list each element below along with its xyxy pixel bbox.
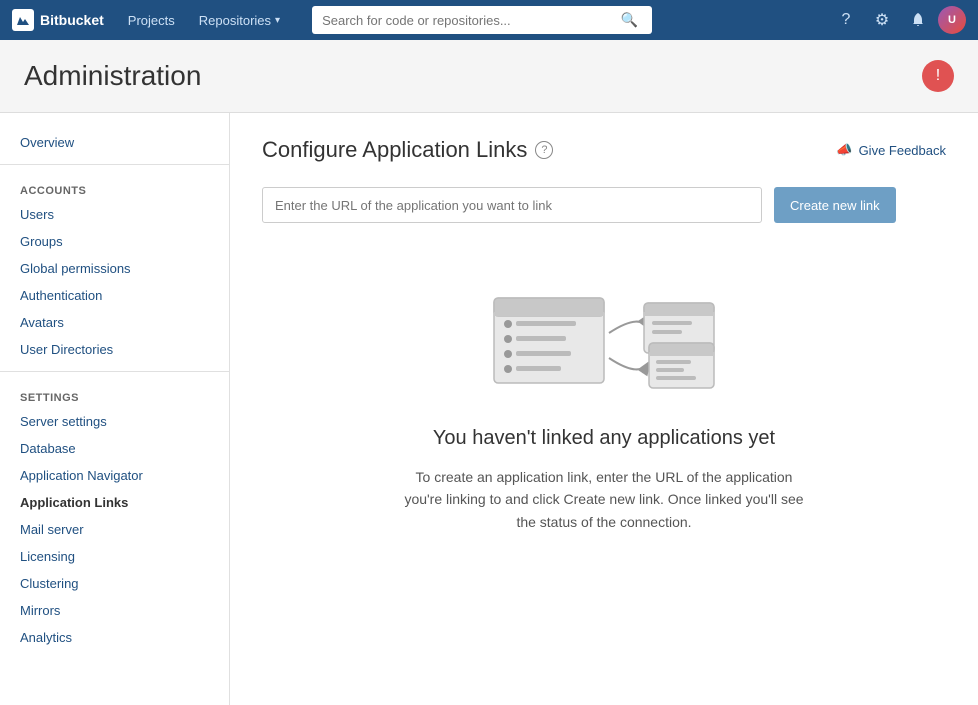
sidebar-item-authentication[interactable]: Authentication [0, 282, 229, 309]
sidebar-item-users[interactable]: Users [0, 201, 229, 228]
empty-state-description: To create an application link, enter the… [404, 466, 804, 533]
page-header: Administration ! [0, 40, 978, 113]
help-icon-button[interactable]: ? [830, 4, 862, 36]
create-new-link-button[interactable]: Create new link [774, 187, 896, 223]
sidebar-item-analytics[interactable]: Analytics [0, 624, 229, 651]
search-input[interactable] [312, 6, 652, 34]
sidebar-item-mail-server[interactable]: Mail server [0, 516, 229, 543]
chevron-down-icon: ▾ [275, 15, 280, 26]
search-bar: 🔍 [304, 6, 644, 34]
settings-icon-button[interactable]: ⚙ [866, 4, 898, 36]
content-title-text: Configure Application Links [262, 137, 527, 163]
sidebar-item-global-permissions[interactable]: Global permissions [0, 255, 229, 282]
sidebar-section-settings: SETTINGS [0, 380, 229, 408]
nav-link-projects[interactable]: Projects [120, 0, 183, 40]
logo-icon [12, 9, 34, 31]
sidebar-item-overview[interactable]: Overview [0, 129, 229, 156]
topnav-icon-group: ? ⚙ U [830, 4, 966, 36]
sidebar-item-server-settings[interactable]: Server settings [0, 408, 229, 435]
sidebar-section-accounts: ACCOUNTS [0, 173, 229, 201]
search-icon-button[interactable]: 🔍 [621, 12, 638, 29]
sidebar-item-database[interactable]: Database [0, 435, 229, 462]
notifications-icon-button[interactable] [902, 4, 934, 36]
url-input-row: Create new link [262, 187, 946, 223]
top-navigation: Bitbucket Projects Repositories ▾ 🔍 ? ⚙ … [0, 0, 978, 40]
help-icon[interactable]: ? [535, 141, 553, 159]
content-title-group: Configure Application Links ? [262, 137, 553, 163]
logo[interactable]: Bitbucket [12, 9, 104, 31]
empty-state-illustration [474, 283, 734, 403]
user-avatar[interactable]: U [938, 6, 966, 34]
give-feedback-link[interactable]: 📣 Give Feedback [836, 142, 946, 158]
empty-state: You haven't linked any applications yet … [262, 263, 946, 553]
sidebar-item-user-directories[interactable]: User Directories [0, 336, 229, 363]
sidebar-item-groups[interactable]: Groups [0, 228, 229, 255]
sidebar-item-mirrors[interactable]: Mirrors [0, 597, 229, 624]
content-header: Configure Application Links ? 📣 Give Fee… [262, 137, 946, 163]
main-content: Configure Application Links ? 📣 Give Fee… [230, 113, 978, 705]
feedback-icon: 📣 [836, 142, 852, 158]
alert-icon: ! [922, 60, 954, 92]
nav-link-repositories[interactable]: Repositories ▾ [191, 0, 288, 40]
sidebar-item-licensing[interactable]: Licensing [0, 543, 229, 570]
feedback-label: Give Feedback [859, 143, 946, 158]
sidebar-item-application-navigator[interactable]: Application Navigator [0, 462, 229, 489]
logo-text: Bitbucket [40, 12, 104, 28]
sidebar: Overview ACCOUNTS Users Groups Global pe… [0, 113, 230, 705]
sidebar-item-application-links[interactable]: Application Links [0, 489, 229, 516]
page-title: Administration [24, 60, 201, 92]
sidebar-item-avatars[interactable]: Avatars [0, 309, 229, 336]
avatar-initials: U [948, 14, 956, 26]
url-input[interactable] [262, 187, 762, 223]
empty-state-heading: You haven't linked any applications yet [282, 427, 926, 450]
sidebar-item-clustering[interactable]: Clustering [0, 570, 229, 597]
main-layout: Overview ACCOUNTS Users Groups Global pe… [0, 113, 978, 705]
